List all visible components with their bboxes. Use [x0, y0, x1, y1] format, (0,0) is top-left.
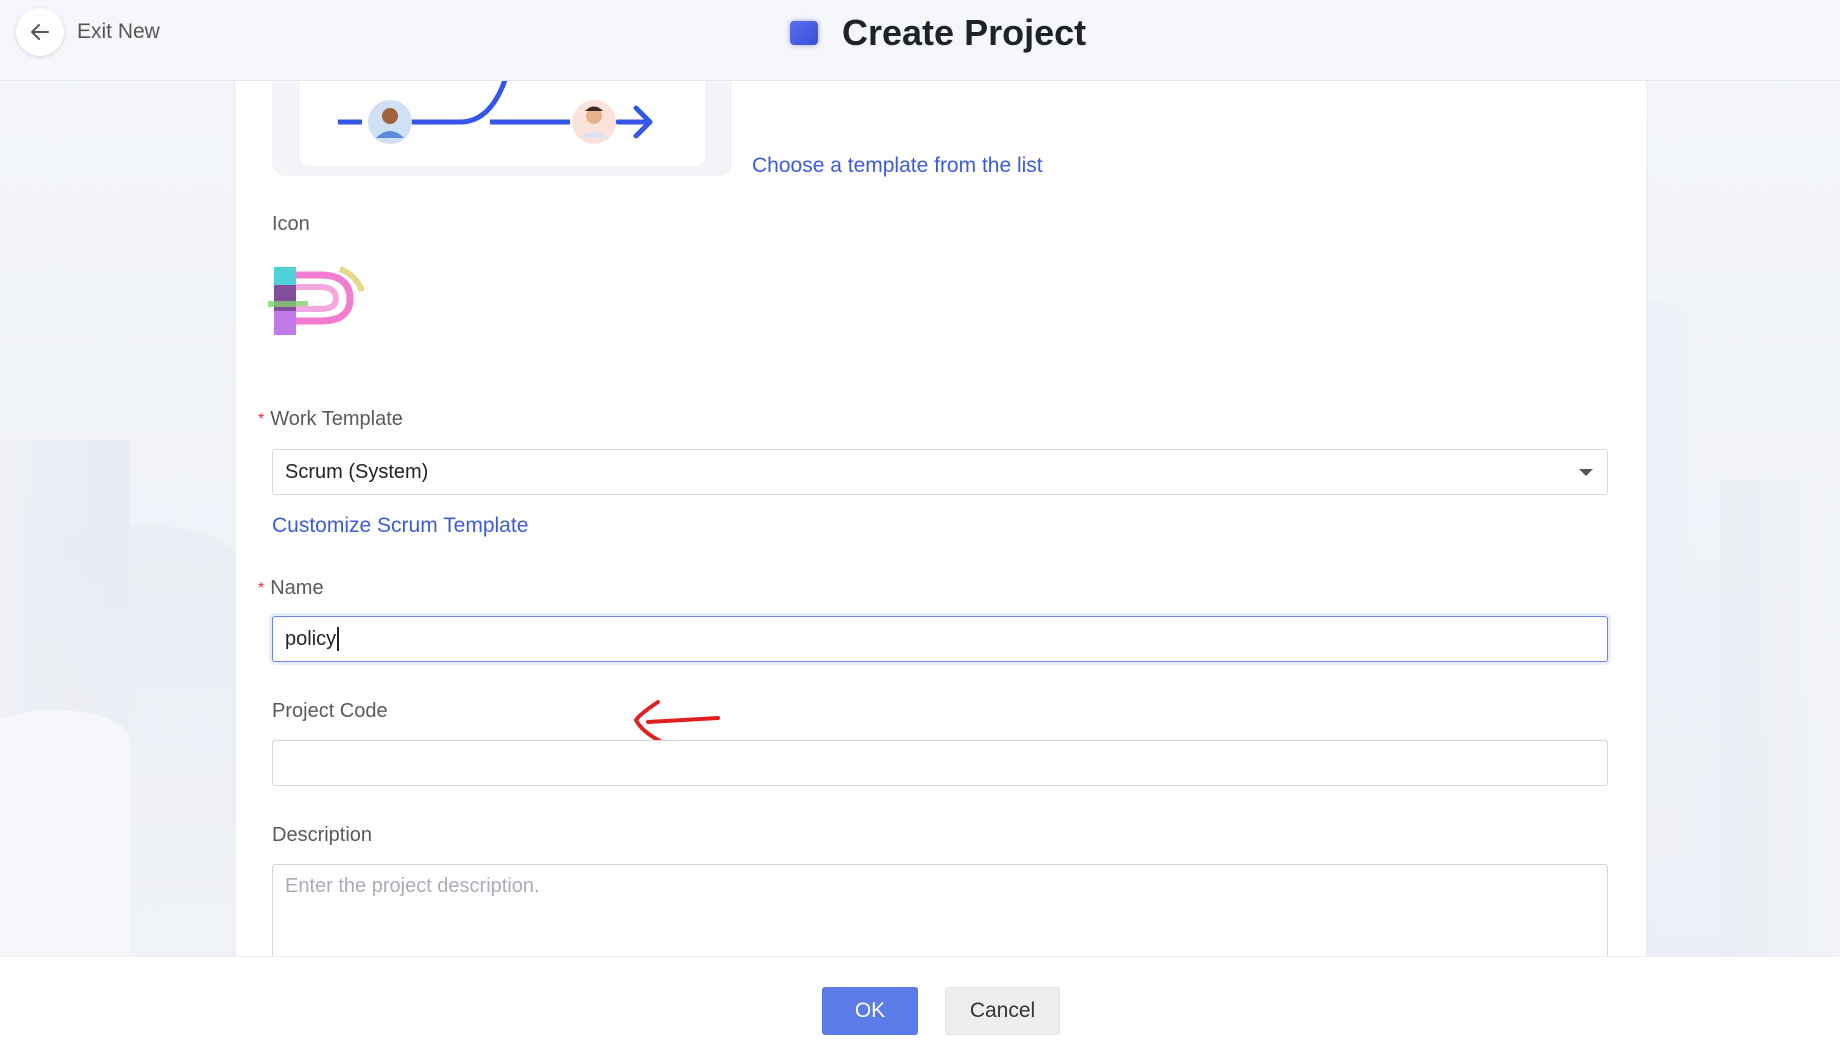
- required-marker: *: [258, 411, 265, 428]
- choose-template-link[interactable]: Choose a template from the list: [752, 154, 1043, 178]
- work-template-label: * Work Template: [258, 408, 403, 431]
- page-title: Create Project: [842, 12, 1087, 53]
- name-input[interactable]: policy: [272, 616, 1608, 662]
- cancel-button[interactable]: Cancel: [945, 987, 1060, 1035]
- ok-button[interactable]: OK: [822, 987, 918, 1035]
- project-code-label: Project Code: [272, 700, 388, 722]
- name-label-text: Name: [270, 577, 324, 599]
- description-label: Description: [272, 824, 373, 846]
- name-input-value: policy: [285, 627, 337, 650]
- annotation-arrow-icon: [634, 700, 720, 744]
- form-footer: OK Cancel: [0, 956, 1840, 1046]
- template-illustration: [272, 80, 732, 176]
- customize-scrum-template-link[interactable]: Customize Scrum Template: [272, 514, 528, 538]
- work-template-select[interactable]: Scrum (System): [272, 449, 1608, 495]
- caret-down-icon: [1579, 469, 1593, 476]
- page-header: Exit New Create Project: [0, 0, 1840, 81]
- form-panel: Choose a template from the list Icon * Wo…: [236, 80, 1646, 974]
- name-label: * Name: [258, 577, 324, 600]
- text-cursor: [337, 627, 340, 651]
- workflow-illustration: [338, 80, 653, 144]
- title-group: Create Project: [790, 10, 1086, 56]
- work-template-value: Scrum (System): [285, 460, 429, 483]
- background-decoration: [40, 525, 240, 1025]
- description-placeholder: Enter the project description.: [285, 875, 540, 897]
- back-button[interactable]: [16, 8, 64, 56]
- arrow-left-icon: [31, 24, 49, 40]
- work-template-label-text: Work Template: [270, 408, 403, 430]
- project-icon: [790, 21, 818, 45]
- exit-new-link[interactable]: Exit New: [77, 20, 160, 44]
- icon-label: Icon: [272, 213, 310, 235]
- project-code-input[interactable]: [272, 740, 1608, 786]
- background-decoration: [0, 440, 130, 1040]
- required-marker: *: [258, 580, 265, 597]
- project-logo-icon[interactable]: [268, 263, 368, 357]
- template-illustration-card: [300, 80, 705, 166]
